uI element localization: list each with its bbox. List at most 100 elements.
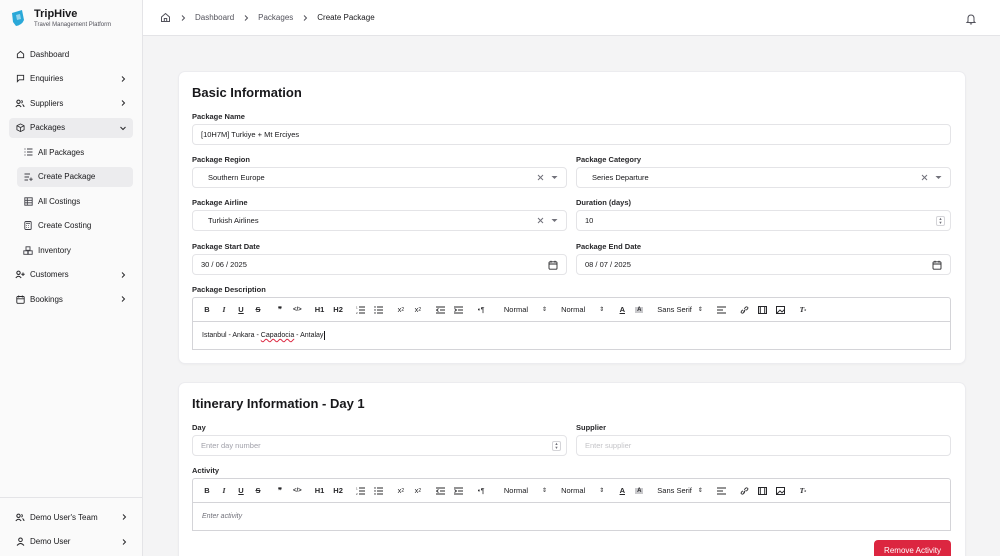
align-icon[interactable]: [716, 306, 726, 314]
image-icon[interactable]: [775, 486, 785, 495]
font-select[interactable]: Sans Serif ⇕: [657, 486, 703, 495]
bullet-list-icon[interactable]: [374, 305, 383, 314]
sidebar-item-suppliers[interactable]: Suppliers: [9, 93, 133, 113]
align-icon[interactable]: [716, 487, 726, 495]
header2-button[interactable]: H2: [333, 305, 343, 314]
bold-button[interactable]: B: [203, 486, 211, 495]
strike-button[interactable]: S: [254, 305, 262, 314]
caret-down-icon[interactable]: [551, 218, 558, 223]
sidebar-subitem-all-costings[interactable]: All Costings: [17, 191, 133, 211]
sidebar-item-bookings[interactable]: Bookings: [9, 289, 133, 309]
chevron-right-icon: [119, 99, 127, 107]
clear-format-icon[interactable]: Tx: [799, 486, 807, 495]
clear-icon[interactable]: [537, 217, 544, 224]
text-direction-icon[interactable]: ⁌¶: [477, 487, 485, 495]
start-date-input[interactable]: 30 / 06 / 2025: [192, 254, 567, 275]
home-icon[interactable]: [160, 12, 171, 23]
font-select[interactable]: Sans Serif ⇕: [657, 305, 703, 314]
sidebar-item-dashboard[interactable]: Dashboard: [9, 44, 133, 64]
end-date-input[interactable]: 08 / 07 / 2025: [576, 254, 951, 275]
sidebar-item-customers[interactable]: Customers: [9, 265, 133, 285]
indent-icon[interactable]: [453, 487, 463, 495]
underline-button[interactable]: U: [237, 486, 245, 495]
package-category-select[interactable]: Series Departure: [576, 167, 951, 188]
header1-button[interactable]: H1: [315, 305, 325, 314]
end-date-label: Package End Date: [576, 242, 642, 251]
sidebar-item-packages[interactable]: Packages: [9, 117, 133, 138]
heading-select[interactable]: Normal ⇕: [561, 486, 604, 495]
sidebar-subitem-inventory[interactable]: Inventory: [17, 240, 133, 260]
team-switcher[interactable]: Demo User's Team: [9, 507, 134, 527]
package-category-label: Package Category: [576, 155, 642, 164]
code-icon[interactable]: </>: [293, 307, 302, 313]
remove-activity-button[interactable]: Remove Activity: [874, 540, 951, 556]
chevron-right-icon: [120, 513, 128, 521]
user-menu[interactable]: Demo User: [9, 532, 134, 552]
clear-format-icon[interactable]: Tx: [799, 305, 807, 314]
day-input[interactable]: Enter day number ▲ ▼: [192, 435, 567, 456]
caret-down-icon[interactable]: [935, 175, 942, 180]
number-stepper-icon[interactable]: ▲ ▼: [936, 216, 945, 226]
video-icon[interactable]: [757, 486, 767, 495]
bell-icon[interactable]: [965, 12, 977, 25]
select-value: Series Departure: [592, 173, 649, 182]
activity-editor[interactable]: Enter activity: [192, 503, 951, 531]
indent-icon[interactable]: [453, 306, 463, 314]
sidebar-subitem-all-packages[interactable]: All Packages: [17, 142, 133, 162]
chevron-right-icon: [242, 14, 250, 22]
clear-icon[interactable]: [921, 174, 928, 181]
clear-icon[interactable]: [537, 174, 544, 181]
link-icon[interactable]: [740, 305, 749, 314]
calendar-icon[interactable]: [932, 260, 942, 270]
supplier-input[interactable]: Enter supplier: [576, 435, 951, 456]
ordered-list-icon[interactable]: 12: [356, 487, 365, 495]
text-color-icon[interactable]: A: [618, 305, 626, 314]
text-color-icon[interactable]: A: [618, 486, 626, 495]
text-direction-icon[interactable]: ⁌¶: [477, 306, 485, 314]
description-editor[interactable]: Istanbul - Ankara - Capadocia - Antalay: [192, 322, 951, 350]
number-stepper-icon[interactable]: ▲ ▼: [552, 441, 561, 451]
blockquote-icon[interactable]: ❞: [276, 305, 284, 314]
strike-button[interactable]: S: [254, 486, 262, 495]
bold-button[interactable]: B: [203, 305, 211, 314]
italic-button[interactable]: I: [220, 486, 228, 495]
blockquote-icon[interactable]: ❞: [276, 486, 284, 495]
video-icon[interactable]: [757, 305, 767, 314]
ordered-list-icon[interactable]: 12: [356, 306, 365, 314]
superscript-icon[interactable]: x2: [414, 305, 422, 314]
package-name-input[interactable]: [10H7M] Turkiye + Mt Erciyes: [192, 124, 951, 145]
breadcrumb-dashboard[interactable]: Dashboard: [195, 13, 234, 22]
background-color-icon[interactable]: A: [635, 306, 644, 313]
size-select[interactable]: Normal ⇕: [504, 305, 547, 314]
superscript-icon[interactable]: x2: [414, 486, 422, 495]
image-icon[interactable]: [775, 305, 785, 314]
package-airline-select[interactable]: Turkish Airlines: [192, 210, 567, 231]
sidebar-subitem-create-package[interactable]: Create Package: [17, 166, 133, 187]
chevron-right-icon: [119, 75, 127, 83]
italic-button[interactable]: I: [220, 305, 228, 314]
input-value: [10H7M] Turkiye + Mt Erciyes: [201, 130, 300, 139]
duration-input[interactable]: 10 ▲ ▼: [576, 210, 951, 231]
bullet-list-icon[interactable]: [374, 486, 383, 495]
code-icon[interactable]: </>: [293, 488, 302, 494]
header1-button[interactable]: H1: [315, 486, 325, 495]
package-region-select[interactable]: Southern Europe: [192, 167, 567, 188]
subscript-icon[interactable]: x2: [397, 305, 405, 314]
outdent-icon[interactable]: [435, 306, 445, 314]
calendar-icon[interactable]: [548, 260, 558, 270]
sidebar-item-enquiries[interactable]: Enquiries: [9, 69, 133, 89]
font-select-value: Sans Serif: [657, 305, 692, 314]
size-select[interactable]: Normal ⇕: [504, 486, 547, 495]
sidebar-subitem-create-costing[interactable]: Create Costing: [17, 216, 133, 236]
svg-text:1: 1: [356, 487, 358, 491]
heading-select[interactable]: Normal ⇕: [561, 305, 604, 314]
subscript-icon[interactable]: x2: [397, 486, 405, 495]
link-icon[interactable]: [740, 486, 749, 495]
brand[interactable]: TripHive Travel Management Platform: [0, 0, 142, 36]
breadcrumb-packages[interactable]: Packages: [258, 13, 293, 22]
underline-button[interactable]: U: [237, 305, 245, 314]
outdent-icon[interactable]: [435, 487, 445, 495]
header2-button[interactable]: H2: [333, 486, 343, 495]
background-color-icon[interactable]: A: [635, 487, 644, 494]
caret-down-icon[interactable]: [551, 175, 558, 180]
